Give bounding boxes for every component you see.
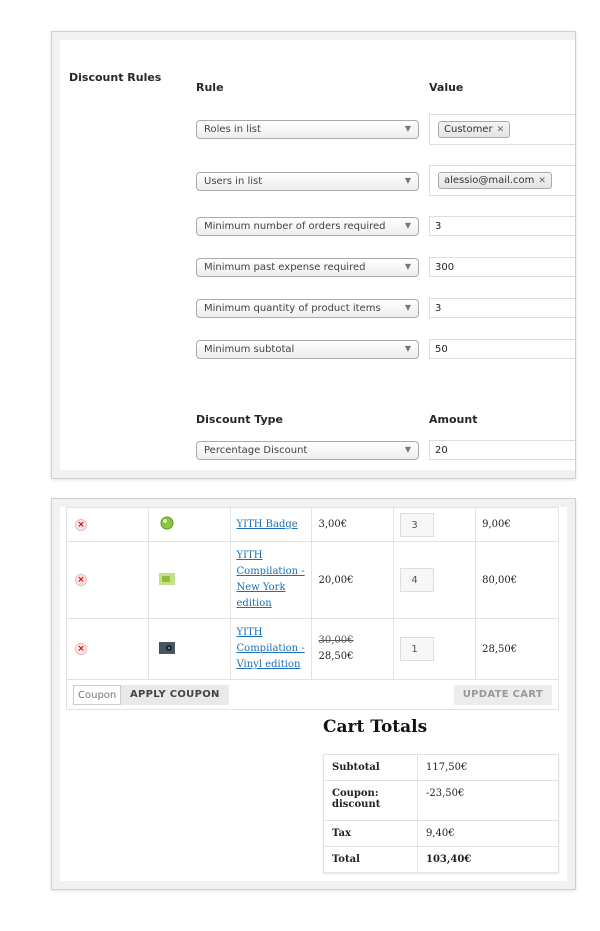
min-subtotal-input[interactable]: 50: [429, 339, 575, 359]
product-subtotal: 28,50€: [475, 618, 559, 680]
tag-label: alessio@mail.com: [444, 175, 535, 186]
amount-header: Amount: [429, 413, 478, 426]
table-row: × YITH Badge 3,00€ 3 9,00€: [66, 507, 559, 542]
value-tag: Customer ✕: [438, 121, 511, 138]
min-orders-input[interactable]: 3: [429, 216, 575, 236]
apply-coupon-button[interactable]: APPLY COUPON: [121, 684, 229, 705]
original-price: 30,00€: [318, 635, 354, 646]
cart-actions-row: Coupon APPLY COUPON UPDATE CART: [66, 679, 559, 710]
vinyl-thumbnail-icon: [158, 641, 175, 654]
cart-totals-title: Cart Totals: [323, 717, 428, 737]
rule-select-min-orders[interactable]: Minimum number of orders required ▼: [196, 217, 419, 236]
chevron-down-icon: ▼: [404, 176, 411, 185]
value-column-header: Value: [429, 81, 464, 94]
coupon-input[interactable]: Coupon: [73, 684, 121, 705]
product-subtotal: 9,00€: [475, 507, 559, 542]
product-price: 20,00€: [311, 541, 395, 619]
rule-select-label: Minimum subtotal: [204, 344, 295, 355]
section-title: Discount Rules: [69, 71, 162, 84]
min-quantity-input[interactable]: 3: [429, 298, 575, 318]
totals-value: 103,40€: [417, 846, 559, 873]
totals-value: 117,50€: [417, 754, 559, 781]
totals-row: Subtotal 117,50€: [323, 754, 559, 781]
remove-item-icon[interactable]: ×: [75, 643, 87, 655]
chevron-down-icon: ▼: [404, 344, 411, 353]
rule-select-roles[interactable]: Roles in list ▼: [196, 120, 419, 139]
discount-rules-body: Discount Rules Rule Value Roles in list …: [60, 40, 575, 470]
quantity-input[interactable]: 4: [400, 568, 435, 592]
rule-select-min-quantity[interactable]: Minimum quantity of product items ▼: [196, 299, 419, 318]
totals-row: Tax 9,40€: [323, 820, 559, 847]
rule-column-header: Rule: [196, 81, 224, 94]
discount-type-select[interactable]: Percentage Discount ▼: [196, 441, 419, 460]
rule-select-min-subtotal[interactable]: Minimum subtotal ▼: [196, 340, 419, 359]
remove-tag-icon[interactable]: ✕: [538, 176, 546, 186]
rule-select-label: Roles in list: [204, 124, 261, 135]
tag-label: Customer: [444, 124, 493, 135]
badge-thumbnail-icon: [160, 516, 174, 530]
product-link[interactable]: YITH Badge: [237, 519, 298, 530]
discount-rules-panel: Discount Rules Rule Value Roles in list …: [51, 31, 576, 479]
cart-panel: × YITH Badge 3,00€ 3 9,00€ × YITH Compil…: [51, 498, 576, 890]
rule-select-label: Users in list: [204, 176, 263, 187]
chevron-down-icon: ▼: [404, 262, 411, 271]
rule-select-label: Minimum number of orders required: [204, 221, 386, 232]
totals-value: 9,40€: [417, 820, 559, 847]
quantity-input[interactable]: 3: [400, 512, 435, 537]
product-price: 3,00€: [311, 507, 395, 542]
totals-row: Coupon: discount -23,50€: [323, 780, 559, 821]
totals-label: Total: [323, 846, 418, 873]
roles-value-field[interactable]: Customer ✕: [429, 114, 575, 145]
remove-item-icon[interactable]: ×: [75, 518, 87, 531]
quantity-input[interactable]: 1: [400, 637, 435, 661]
table-row: × YITH Compilation - Vinyl edition 30,00…: [66, 618, 559, 680]
rule-select-min-expense[interactable]: Minimum past expense required ▼: [196, 258, 419, 277]
totals-value: -23,50€: [417, 780, 559, 821]
product-link[interactable]: YITH Compilation - Vinyl edition: [237, 627, 305, 670]
totals-label: Subtotal: [323, 754, 418, 781]
product-link[interactable]: YITH Compilation - New York edition: [237, 550, 305, 609]
rule-select-label: Minimum past expense required: [204, 262, 366, 273]
discount-type-label: Percentage Discount: [204, 445, 308, 456]
rule-select-label: Minimum quantity of product items: [204, 303, 381, 314]
chevron-down-icon: ▼: [404, 303, 411, 312]
chevron-down-icon: ▼: [404, 124, 411, 133]
product-subtotal: 80,00€: [475, 541, 559, 619]
chevron-down-icon: ▼: [404, 221, 411, 230]
totals-row: Total 103,40€: [323, 846, 559, 873]
remove-tag-icon[interactable]: ✕: [497, 125, 505, 135]
cart-totals-table: Subtotal 117,50€ Coupon: discount -23,50…: [323, 754, 559, 873]
amount-input[interactable]: 20: [429, 440, 575, 460]
cart-table: × YITH Badge 3,00€ 3 9,00€ × YITH Compil…: [66, 507, 559, 710]
totals-label: Coupon: discount: [323, 780, 418, 821]
product-price: 28,50€: [318, 651, 354, 662]
discount-type-header: Discount Type: [196, 413, 283, 426]
remove-item-icon[interactable]: ×: [75, 574, 87, 586]
value-tag: alessio@mail.com ✕: [438, 172, 552, 189]
cd-thumbnail-icon: [158, 572, 175, 585]
table-row: × YITH Compilation - New York edition 20…: [66, 541, 559, 619]
update-cart-button[interactable]: UPDATE CART: [453, 684, 552, 705]
cart-body: × YITH Badge 3,00€ 3 9,00€ × YITH Compil…: [60, 507, 567, 881]
totals-label: Tax: [323, 820, 418, 847]
min-expense-input[interactable]: 300: [429, 257, 575, 277]
chevron-down-icon: ▼: [404, 445, 411, 454]
rule-select-users[interactable]: Users in list ▼: [196, 172, 419, 191]
users-value-field[interactable]: alessio@mail.com ✕: [429, 165, 575, 196]
